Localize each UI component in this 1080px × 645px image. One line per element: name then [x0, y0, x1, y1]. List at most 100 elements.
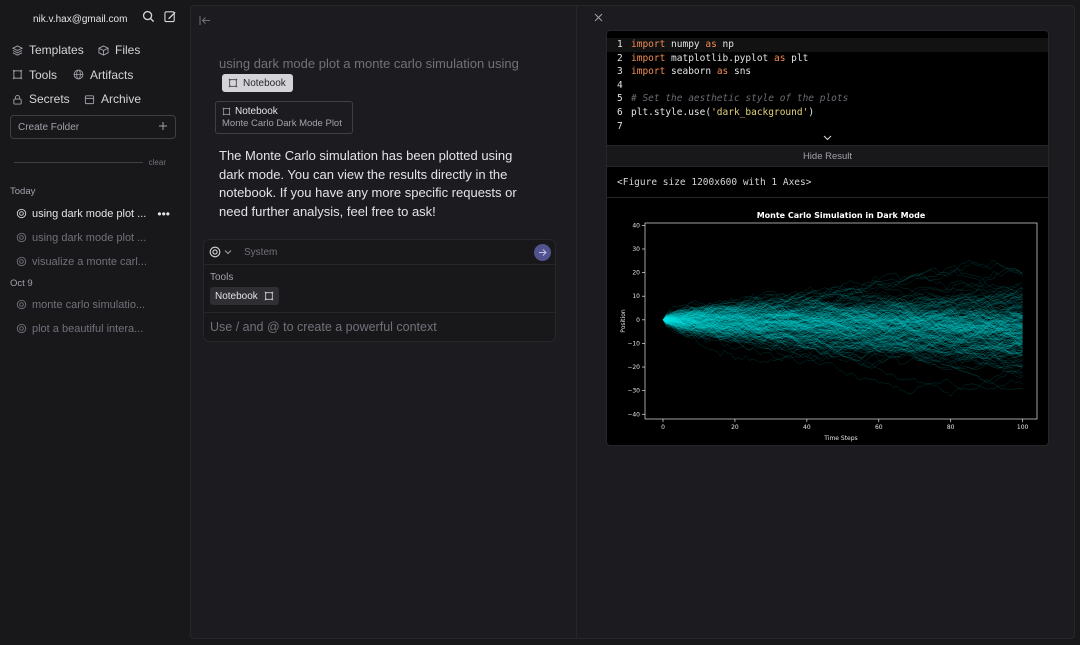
- y-tick-label: 20: [632, 270, 640, 277]
- new-chat-icon[interactable]: [164, 10, 180, 26]
- chat-item-label: using dark mode plot ...: [32, 231, 147, 244]
- nav-templates[interactable]: Templates: [12, 43, 84, 57]
- divider: [607, 197, 1048, 198]
- chart-title: Monte Carlo Simulation in Dark Mode: [757, 211, 926, 220]
- clear-row: clear: [14, 158, 166, 167]
- line-number: 5: [617, 93, 623, 105]
- hide-result-button[interactable]: Hide Result: [607, 145, 1048, 167]
- notebook-chip-label: Notebook: [243, 77, 286, 89]
- y-tick-label: 30: [632, 246, 640, 253]
- nav-tools-label: Tools: [29, 67, 58, 82]
- line-number: 4: [617, 79, 623, 91]
- code-line[interactable]: 1 import numpy as np: [607, 38, 1048, 52]
- openai-icon: [16, 256, 27, 267]
- user-message: using dark mode plot a monte carlo simul…: [219, 56, 519, 71]
- nav-templates-label: Templates: [29, 43, 84, 58]
- lock-icon: [13, 94, 22, 105]
- monte-carlo-chart: Monte Carlo Simulation in Dark Mode 0 20 40…: [620, 211, 1038, 442]
- nav-artifacts[interactable]: Artifacts: [73, 68, 133, 82]
- openai-icon: [16, 299, 27, 310]
- nav-secrets-label: Secrets: [29, 92, 70, 107]
- plus-icon[interactable]: [158, 121, 168, 134]
- y-tick-label: −20: [627, 364, 640, 371]
- x-tick-label: 0: [661, 424, 665, 431]
- composer: System Tools Notebook Use / and @ to cre…: [203, 239, 556, 342]
- nav-files[interactable]: Files: [98, 43, 140, 57]
- more-icon[interactable]: •••: [157, 207, 170, 221]
- notebook-chip[interactable]: Notebook: [222, 74, 293, 92]
- chat-item-label: monte carlo simulatio...: [32, 298, 146, 311]
- divider: [204, 312, 555, 313]
- openai-icon: [209, 246, 221, 258]
- y-tick-label: −30: [627, 388, 640, 395]
- model-selector[interactable]: [209, 246, 232, 258]
- chevron-down-icon: [823, 135, 832, 140]
- y-axis-label: Position: [620, 309, 627, 333]
- code-text: import numpy as np: [631, 39, 734, 50]
- code-line[interactable]: 5 # Set the aesthetic style of the plots: [607, 92, 1048, 106]
- code-text: # Set the aesthetic style of the plots: [631, 93, 849, 105]
- figure-output-text: <Figure size 1200x600 with 1 Axes>: [617, 177, 812, 188]
- globe-icon: [73, 69, 84, 80]
- notebook-icon: [222, 107, 231, 116]
- clear-button[interactable]: clear: [149, 158, 166, 167]
- section-label-today: Today: [10, 186, 36, 197]
- notebook-icon: [228, 78, 238, 88]
- x-axis-label: Time Steps: [823, 435, 857, 442]
- line-number: 1: [617, 39, 623, 50]
- notebook-card[interactable]: Notebook Monte Carlo Dark Mode Plot: [215, 101, 353, 134]
- divider: [14, 162, 143, 163]
- send-button[interactable]: [534, 244, 551, 261]
- chat-item[interactable]: visualize a monte carl...: [10, 251, 180, 272]
- chevron-down-icon: [224, 250, 232, 255]
- line-number: 3: [617, 66, 623, 78]
- chat-item-label: visualize a monte carl...: [32, 255, 147, 268]
- sidebar: nik.v.hax@gmail.com Templates Files Tool…: [0, 0, 189, 645]
- chat-item[interactable]: monte carlo simulatio...: [10, 294, 180, 315]
- section-label-oct-9: Oct 9: [10, 278, 33, 289]
- create-folder-input[interactable]: Create Folder: [10, 115, 176, 139]
- chat-item[interactable]: using dark mode plot ...: [10, 227, 180, 248]
- notebook-icon: [264, 291, 274, 301]
- line-number: 2: [617, 52, 623, 64]
- message-input[interactable]: Use / and @ to create a powerful context: [210, 320, 437, 334]
- x-tick-label: 60: [875, 424, 883, 431]
- nav-archive[interactable]: Archive: [84, 92, 141, 106]
- user-email: nik.v.hax@gmail.com: [33, 13, 128, 25]
- nav-secrets[interactable]: Secrets: [12, 92, 70, 106]
- y-tick-label: 10: [632, 293, 640, 300]
- code-line[interactable]: 4: [607, 79, 1048, 93]
- close-panel-icon[interactable]: [594, 11, 603, 25]
- sidebar-nav: Templates Files Tools Artifacts Secrets: [12, 38, 182, 112]
- y-tick-label: 40: [632, 222, 640, 229]
- code-line[interactable]: 6 plt.style.use('dark_background'): [607, 106, 1048, 120]
- code-editor[interactable]: 1 import numpy as np 2 import matplotlib.py…: [607, 38, 1048, 133]
- collapse-sidebar-icon[interactable]: [199, 13, 211, 31]
- openai-icon: [16, 323, 27, 334]
- x-tick-label: 100: [1017, 424, 1029, 431]
- openai-icon: [16, 232, 27, 243]
- arrow-right-icon: [539, 249, 547, 256]
- openai-icon: [16, 208, 27, 219]
- code-line[interactable]: 2 import matplotlib.pyplot as plt: [607, 52, 1048, 66]
- nav-artifacts-label: Artifacts: [90, 67, 134, 82]
- layers-icon: [12, 45, 23, 56]
- box-icon: [98, 45, 109, 56]
- code-line[interactable]: 3 import seaborn as sns: [607, 65, 1048, 79]
- panel-divider[interactable]: [576, 6, 577, 638]
- system-prompt-input[interactable]: System: [244, 247, 277, 258]
- code-text: import seaborn as sns: [631, 66, 752, 78]
- chat-item[interactable]: using dark mode plot ... •••: [10, 203, 180, 224]
- search-icon[interactable]: [142, 10, 158, 26]
- notebook-card-subtitle: Monte Carlo Dark Mode Plot: [222, 118, 342, 129]
- code-text: plt.style.use('dark_background'): [631, 106, 815, 118]
- nav-tools[interactable]: Tools: [12, 68, 59, 82]
- chat-item[interactable]: plot a beautiful intera...: [10, 318, 180, 339]
- chat-item-label: plot a beautiful intera...: [32, 322, 144, 335]
- expand-code-button[interactable]: [607, 130, 1048, 145]
- notebook-panel: 1 import numpy as np 2 import matplotlib.py…: [606, 30, 1049, 446]
- code-text: import matplotlib.pyplot as plt: [631, 52, 809, 64]
- tool-chip-notebook[interactable]: Notebook: [210, 287, 279, 305]
- user-profile[interactable]: nik.v.hax@gmail.com: [14, 10, 184, 28]
- nav-files-label: Files: [115, 43, 141, 58]
